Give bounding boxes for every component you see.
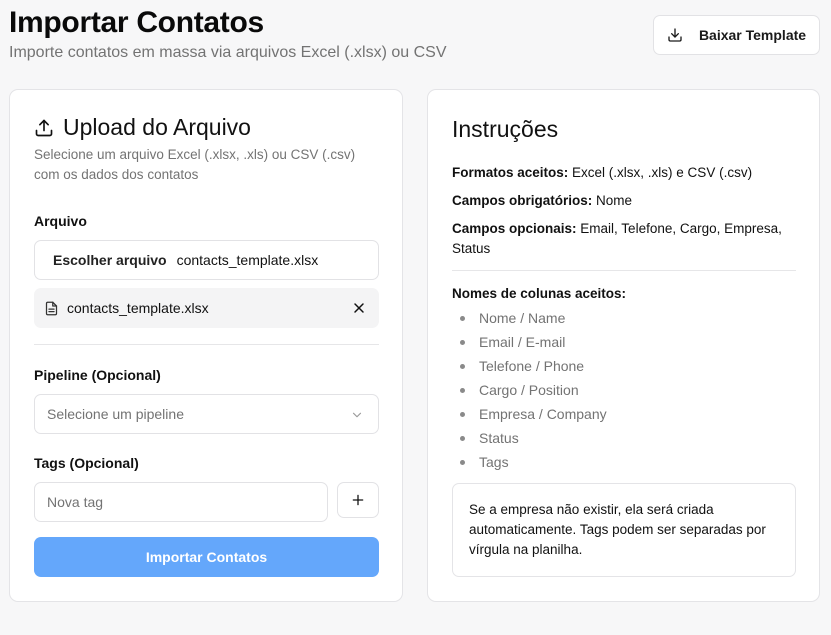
optional-label: Campos opcionais: bbox=[452, 221, 577, 236]
upload-title-text: Upload do Arquivo bbox=[63, 114, 251, 140]
column-name: Status bbox=[479, 430, 519, 446]
download-template-label: Baixar Template bbox=[698, 27, 807, 43]
bullet bbox=[460, 387, 465, 393]
instructions-card: Instruções Formatos aceitos: Excel (.xls… bbox=[427, 89, 820, 602]
required-line: Campos obrigatórios: Nome bbox=[452, 191, 797, 211]
file-label: Arquivo bbox=[34, 213, 87, 229]
columns-heading: Nomes de colunas aceitos: bbox=[452, 284, 797, 304]
section-divider bbox=[34, 344, 379, 345]
close-icon[interactable] bbox=[351, 300, 367, 316]
tag-placeholder: Nova tag bbox=[47, 494, 104, 510]
download-template-button[interactable]: Baixar Template bbox=[653, 15, 820, 55]
list-item: Nome / Name bbox=[452, 306, 607, 330]
pipeline-placeholder: Selecione um pipeline bbox=[47, 406, 184, 422]
selected-file-name: contacts_template.xlsx bbox=[67, 300, 209, 316]
optional-line: Campos opcionais: Email, Telefone, Cargo… bbox=[452, 219, 797, 259]
page-title: Importar Contatos bbox=[9, 6, 264, 39]
column-name: Nome / Name bbox=[479, 310, 566, 326]
bullet bbox=[460, 459, 465, 465]
tag-input[interactable]: Nova tag bbox=[34, 482, 328, 522]
upload-card-title: Upload do Arquivo bbox=[34, 114, 251, 141]
upload-icon bbox=[35, 119, 53, 136]
formats-value: Excel (.xlsx, .xls) e CSV (.csv) bbox=[572, 165, 753, 180]
selected-file-chip: contacts_template.xlsx bbox=[34, 288, 379, 328]
bullet bbox=[460, 411, 465, 417]
import-contacts-button[interactable]: Importar Contatos bbox=[34, 537, 379, 577]
add-tag-button[interactable] bbox=[337, 482, 379, 518]
chevron-down-icon bbox=[352, 412, 362, 418]
required-label: Campos obrigatórios: bbox=[452, 193, 593, 208]
bullet bbox=[460, 363, 465, 369]
file-input[interactable]: Escolher arquivo contacts_template.xlsx bbox=[34, 240, 379, 280]
columns-label: Nomes de colunas aceitos: bbox=[452, 286, 627, 301]
plus-icon bbox=[352, 494, 364, 506]
columns-list: Nome / Name Email / E-mail Telefone / Ph… bbox=[452, 306, 607, 474]
instructions-divider bbox=[452, 270, 796, 271]
required-value: Nome bbox=[596, 193, 633, 208]
list-item: Email / E-mail bbox=[452, 330, 607, 354]
instructions-title: Instruções bbox=[452, 116, 559, 142]
column-name: Empresa / Company bbox=[479, 406, 607, 422]
download-icon bbox=[668, 28, 682, 42]
formats-label: Formatos aceitos: bbox=[452, 165, 569, 180]
list-item: Tags bbox=[452, 450, 607, 474]
upload-description: Selecione um arquivo Excel (.xlsx, .xls)… bbox=[34, 147, 356, 182]
column-name: Telefone / Phone bbox=[479, 358, 585, 374]
pipeline-select[interactable]: Selecione um pipeline bbox=[34, 394, 379, 434]
list-item: Telefone / Phone bbox=[452, 354, 607, 378]
file-icon bbox=[45, 301, 58, 315]
list-item: Status bbox=[452, 426, 607, 450]
column-name: Tags bbox=[479, 454, 509, 470]
choose-file-button[interactable]: Escolher arquivo bbox=[53, 252, 167, 268]
bullet bbox=[460, 339, 465, 345]
list-item: Empresa / Company bbox=[452, 402, 607, 426]
info-note: Se a empresa não existir, ela será criad… bbox=[452, 483, 796, 577]
formats-line: Formatos aceitos: Excel (.xlsx, .xls) e … bbox=[452, 163, 797, 183]
bullet bbox=[460, 435, 465, 441]
file-input-filename: contacts_template.xlsx bbox=[176, 252, 319, 268]
list-item: Cargo / Position bbox=[452, 378, 607, 402]
pipeline-label: Pipeline (Opcional) bbox=[34, 367, 161, 383]
page-subtitle: Importe contatos em massa via arquivos E… bbox=[9, 44, 447, 61]
bullet bbox=[460, 315, 465, 321]
column-name: Email / E-mail bbox=[479, 334, 566, 350]
column-name: Cargo / Position bbox=[479, 382, 579, 398]
tags-label: Tags (Opcional) bbox=[34, 455, 139, 471]
upload-card: Upload do Arquivo Selecione um arquivo E… bbox=[9, 89, 403, 602]
